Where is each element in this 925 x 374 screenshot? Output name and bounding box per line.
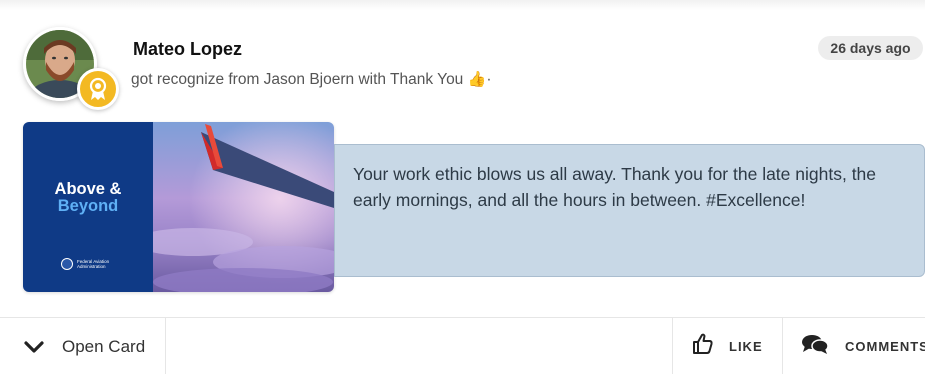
- chevron-down-icon: [24, 336, 46, 358]
- user-name[interactable]: Mateo Lopez: [133, 39, 242, 60]
- comments-label: COMMENTS: [845, 339, 925, 354]
- thumbs-up-emoji: 👍: [467, 71, 487, 88]
- recognition-message: Your work ethic blows us all away. Thank…: [334, 144, 925, 277]
- ecard-title-line1: Above &: [54, 180, 122, 198]
- card-top-edge: [0, 0, 925, 10]
- comments-icon: [801, 333, 829, 360]
- airplane-wing-photo: [133, 122, 334, 292]
- ecard-title-line2: Beyond: [57, 197, 119, 215]
- recognition-post-card: Mateo Lopez got recognize from Jason Bjo…: [0, 0, 925, 374]
- post-footer: Open Card LIKE COMMENTS: [0, 317, 925, 374]
- open-card-label: Open Card: [62, 336, 146, 356]
- like-label: LIKE: [729, 339, 763, 354]
- thumbs-up-icon: [691, 332, 715, 361]
- time-ago-badge: 26 days ago: [818, 36, 923, 60]
- activity-text: got recognize from Jason Bjoern with Tha…: [131, 70, 491, 89]
- message-text: Your work ethic blows us all away. Thank…: [353, 164, 877, 210]
- like-button[interactable]: LIKE: [672, 318, 782, 374]
- faa-seal-icon: [61, 258, 73, 270]
- ecard-org-logo: Federal Aviation Administration: [61, 258, 111, 270]
- activity-description: got recognize from Jason Bjoern with Tha…: [131, 71, 464, 88]
- ecard-brand-panel: Above & Beyond Federal Aviation Administ…: [23, 122, 153, 292]
- open-card-button[interactable]: Open Card: [0, 318, 166, 374]
- ecard-title: Above & Beyond: [23, 181, 153, 215]
- award-badge-icon: [77, 68, 119, 110]
- ecard-org-name: Federal Aviation Administration: [77, 259, 110, 269]
- ecard-image[interactable]: Above & Beyond Federal Aviation Administ…: [23, 122, 334, 292]
- comments-button[interactable]: COMMENTS: [782, 318, 925, 374]
- activity-separator: ·: [486, 71, 492, 88]
